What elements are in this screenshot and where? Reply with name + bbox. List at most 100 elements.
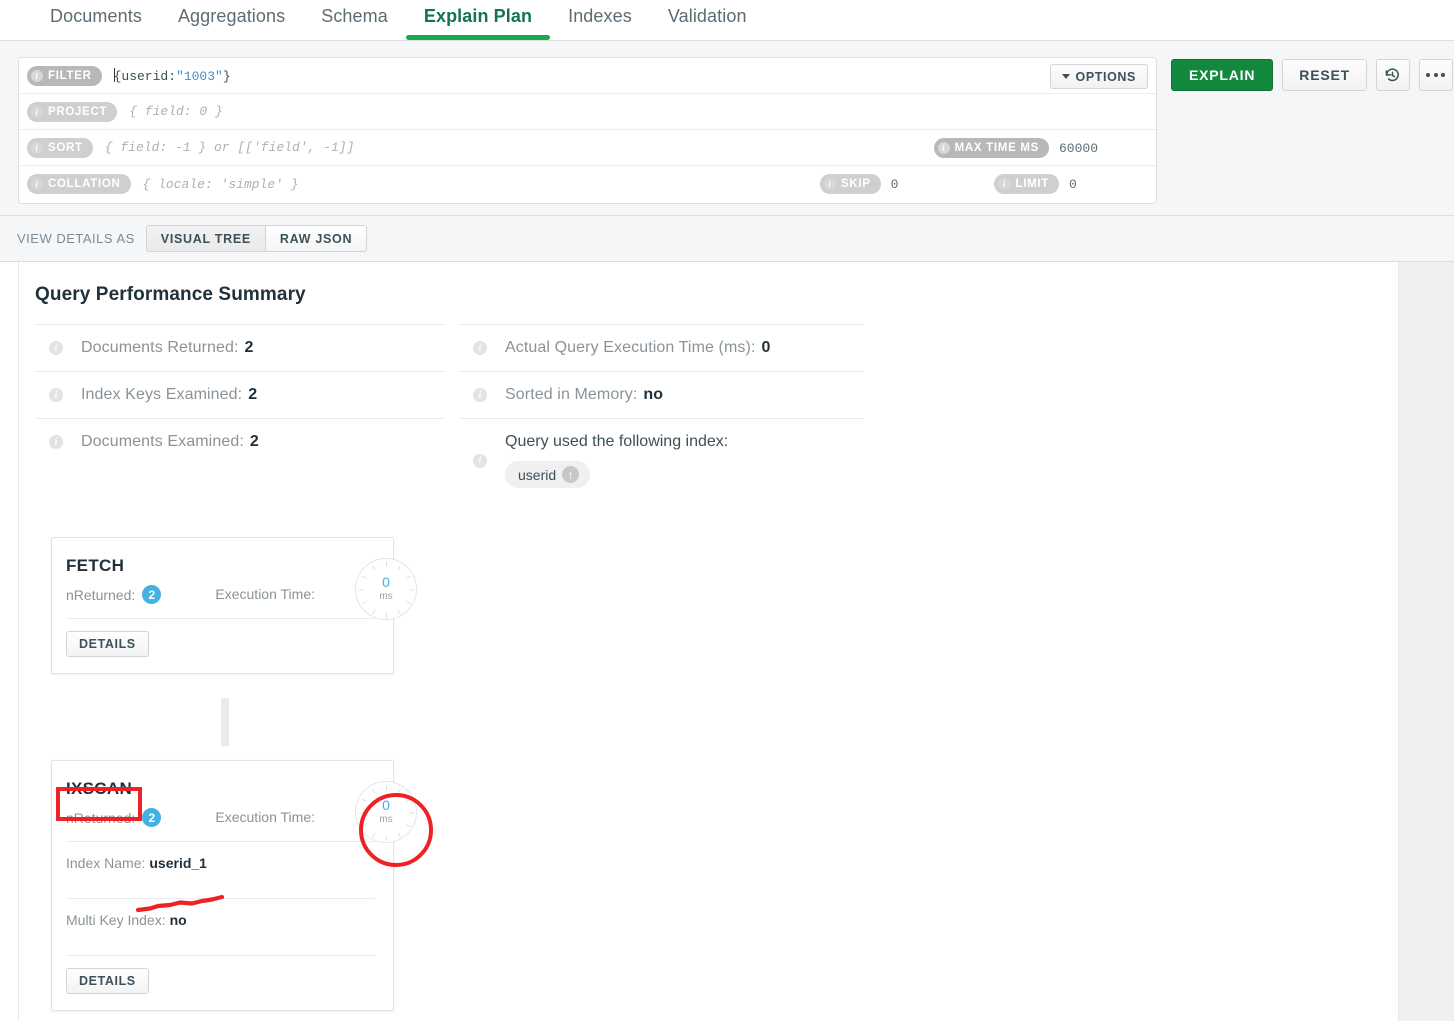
collation-pill-label: COLLATION [48,178,121,190]
view-details-bar: VIEW DETAILS AS VISUAL TREE RAW JSON [0,216,1454,262]
info-icon[interactable]: i [473,341,487,355]
sort-pill[interactable]: i SORT [27,137,93,158]
summary-label: Index Keys Examined: [81,386,243,403]
summary-column-right: i Actual Query Execution Time (ms): 0 i … [459,324,864,502]
skip-input[interactable]: 0 [891,177,899,192]
filter-value-suffix: } [222,68,231,84]
summary-value: 0 [761,339,771,356]
query-row-filter: i FILTER {userid:"1003"} OPTIONS [19,58,1156,94]
index-used-chip[interactable]: userid ↑ [505,461,591,488]
skip-label: SKIP [841,178,871,190]
info-icon[interactable]: i [49,435,63,449]
page-scroll-gutter[interactable] [1399,262,1454,1021]
chevron-down-icon [1061,74,1070,79]
summary-row-index-keys-examined: i Index Keys Examined: 2 [35,371,445,418]
query-row-project: i PROJECT { field: 0 } [19,94,1156,130]
query-bar-region: i FILTER {userid:"1003"} OPTIONS i PROJECT… [0,41,1454,216]
limit-label: LIMIT [1015,178,1049,190]
summary-label: Actual Query Execution Time (ms): [505,339,756,356]
max-time-ms-pill[interactable]: i MAX TIME MS [933,138,1049,158]
index-used-heading: Query used the following index: [505,433,729,450]
collection-tab-bar: Documents Aggregations Schema Explain Pl… [0,0,1454,41]
summary-label: Documents Examined: [81,433,244,450]
stage-nreturned-label: nReturned: [66,586,136,603]
query-more-options-button[interactable] [1418,59,1453,91]
tab-schema[interactable]: Schema [303,0,406,37]
limit-pill[interactable]: i LIMIT [994,174,1059,194]
stage-ixscan-index-name-row: Index Name: userid_1 [66,842,375,884]
tab-explain-plan[interactable]: Explain Plan [405,0,551,40]
project-pill[interactable]: i PROJECT [27,101,118,122]
filter-pill-label: FILTER [48,69,92,82]
tab-aggregations[interactable]: Aggregations [160,0,303,37]
options-toggle-button[interactable]: OPTIONS [1049,64,1148,89]
stage-fetch-execution-time-clock: 0 ms [355,558,417,620]
summary-column-left: i Documents Returned: 2 i Index Keys Exa… [35,324,445,465]
info-icon[interactable]: i [824,178,836,190]
info-icon[interactable]: i [473,388,487,402]
stage-ixscan-details-button[interactable]: DETAILS [66,968,149,994]
filter-pill[interactable]: i FILTER [27,65,102,86]
project-pill-label: PROJECT [48,105,108,118]
info-icon[interactable]: i [49,388,63,402]
query-row-sort: i SORT { field: -1 } or [['field', -1]] i… [19,130,1156,166]
stage-fetch-name: FETCH [66,556,125,575]
field-key: Index Name: [66,855,146,871]
options-label: OPTIONS [1075,69,1136,84]
project-input[interactable]: { field: 0 } [129,104,223,119]
view-mode-raw-json[interactable]: RAW JSON [265,225,368,252]
explain-button[interactable]: EXPLAIN [1171,59,1274,91]
info-icon[interactable]: i [31,178,43,190]
stage-nreturned-label: nReturned: [66,809,136,826]
tab-documents[interactable]: Documents [32,0,160,37]
stage-connector [221,698,229,746]
stage-card-fetch[interactable]: FETCH nReturned: 2 Execution Time: 0 ms … [51,537,417,674]
query-row-collation: i COLLATION { locale: 'simple' } i SKIP 0 … [19,166,1156,202]
info-icon[interactable]: i [937,142,950,154]
divider [66,618,375,619]
info-icon[interactable]: i [31,105,43,118]
query-performance-summary-title: Query Performance Summary [35,284,306,305]
stage-ixscan-footer: DETAILS [52,956,393,1010]
summary-value: 2 [248,386,258,403]
reset-button[interactable]: RESET [1282,59,1367,91]
limit-group: i LIMIT 0 [994,174,1145,194]
view-mode-visual-tree[interactable]: VISUAL TREE [145,225,266,252]
info-icon[interactable]: i [49,341,63,355]
summary-label: Sorted in Memory: [505,386,638,403]
stage-exec-value: 0 [382,573,390,590]
info-icon[interactable]: i [473,453,487,468]
stage-exec-unit: ms [379,813,393,825]
history-icon [1385,67,1400,81]
info-icon[interactable]: i [998,178,1011,190]
query-bar-panel: i FILTER {userid:"1003"} OPTIONS i PROJECT… [18,57,1157,204]
sort-input[interactable]: { field: -1 } or [['field', -1]] [105,140,355,155]
collation-input[interactable]: { locale: 'simple' } [143,177,299,192]
divider [66,955,375,956]
stage-fetch-details-button[interactable]: DETAILS [66,631,149,657]
summary-row-documents-examined: i Documents Examined: 2 [35,418,445,465]
filter-value-string: "1003" [176,68,223,84]
limit-input[interactable]: 0 [1069,177,1145,192]
view-mode-segmented-control: VISUAL TREE RAW JSON [145,225,368,252]
explain-plan-content: Query Performance Summary i Documents Re… [18,262,1399,1021]
stage-ixscan-body: IXSCAN nReturned: 2 Execution Time: 0 ms… [52,761,417,956]
sort-pill-label: SORT [48,141,83,154]
tab-indexes[interactable]: Indexes [550,0,650,37]
query-history-button[interactable] [1375,59,1410,91]
summary-label: Documents Returned: [81,339,239,356]
collation-pill[interactable]: i COLLATION [27,174,131,194]
info-icon[interactable]: i [31,69,43,82]
stage-fetch-body: FETCH nReturned: 2 Execution Time: 0 ms [52,538,417,620]
stage-ixscan-execution-time-clock: 0 ms [355,781,417,843]
tab-validation[interactable]: Validation [650,0,765,37]
max-time-ms-input[interactable]: 60000 [1059,141,1145,156]
skip-pill[interactable]: i SKIP [820,174,881,194]
stage-exec-unit: ms [379,590,393,602]
filter-value-prefix: {userid: [113,68,177,84]
view-details-label: VIEW DETAILS AS [17,231,135,246]
stage-card-ixscan[interactable]: IXSCAN nReturned: 2 Execution Time: 0 ms… [51,760,417,1011]
info-icon[interactable]: i [31,141,43,154]
filter-input[interactable]: {userid:"1003"} [113,67,231,84]
summary-row-sorted-in-memory: i Sorted in Memory: no [459,371,864,418]
